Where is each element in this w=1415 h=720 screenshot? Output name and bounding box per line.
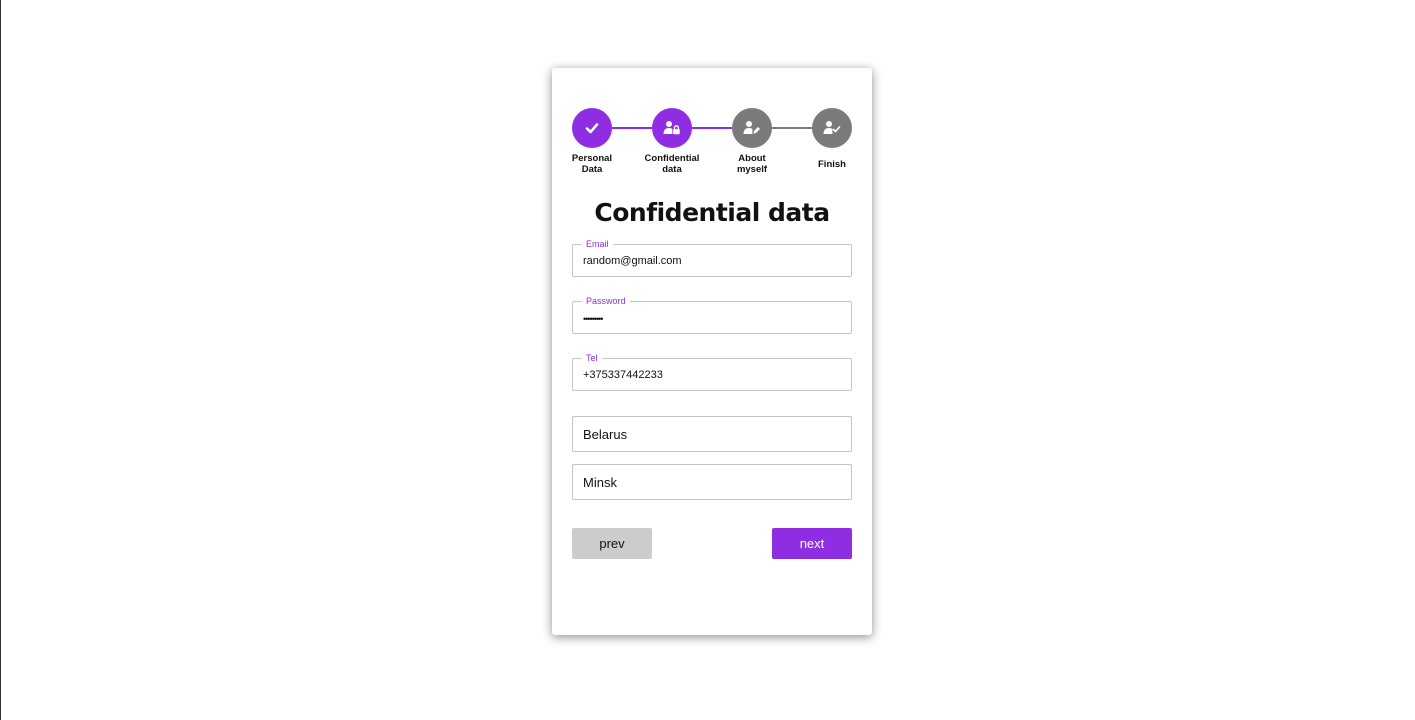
step-finish[interactable]: Finish <box>802 108 862 170</box>
tel-field[interactable]: Tel +375337442233 <box>572 352 852 391</box>
user-check-icon <box>823 121 841 134</box>
password-field[interactable]: Password ••••••••• <box>572 295 852 334</box>
country-input[interactable]: Belarus <box>572 416 852 452</box>
page-title: Confidential data <box>594 198 830 227</box>
registration-card: Personal Data Confidential data About my… <box>552 68 872 635</box>
step-label: Finish <box>818 159 846 170</box>
user-edit-icon <box>743 121 760 134</box>
step-label: About myself <box>736 153 768 175</box>
step-confidential-data[interactable]: Confidential data <box>642 108 702 175</box>
step-label: Personal Data <box>571 153 613 175</box>
tel-label: Tel <box>582 352 602 364</box>
step-circle-inactive <box>812 108 852 148</box>
city-value: Minsk <box>583 475 617 490</box>
step-about-myself[interactable]: About myself <box>722 108 782 175</box>
user-lock-icon <box>663 121 680 135</box>
check-icon <box>585 123 599 134</box>
step-circle-active <box>652 108 692 148</box>
country-value: Belarus <box>583 427 628 442</box>
step-circle-inactive <box>732 108 772 148</box>
step-label: Confidential data <box>644 153 700 175</box>
password-label: Password <box>582 295 630 307</box>
page-left-border <box>0 0 1 720</box>
password-value: ••••••••• <box>583 314 603 324</box>
city-input[interactable]: Minsk <box>572 464 852 500</box>
email-label: Email <box>582 238 613 250</box>
next-button[interactable]: next <box>772 528 852 559</box>
progress-stepper: Personal Data Confidential data About my… <box>572 108 852 178</box>
email-value: random@gmail.com <box>583 255 682 267</box>
email-field[interactable]: Email random@gmail.com <box>572 238 852 277</box>
step-circle-completed <box>572 108 612 148</box>
tel-value: +375337442233 <box>583 369 663 381</box>
prev-button[interactable]: prev <box>572 528 652 559</box>
step-personal-data[interactable]: Personal Data <box>562 108 622 175</box>
